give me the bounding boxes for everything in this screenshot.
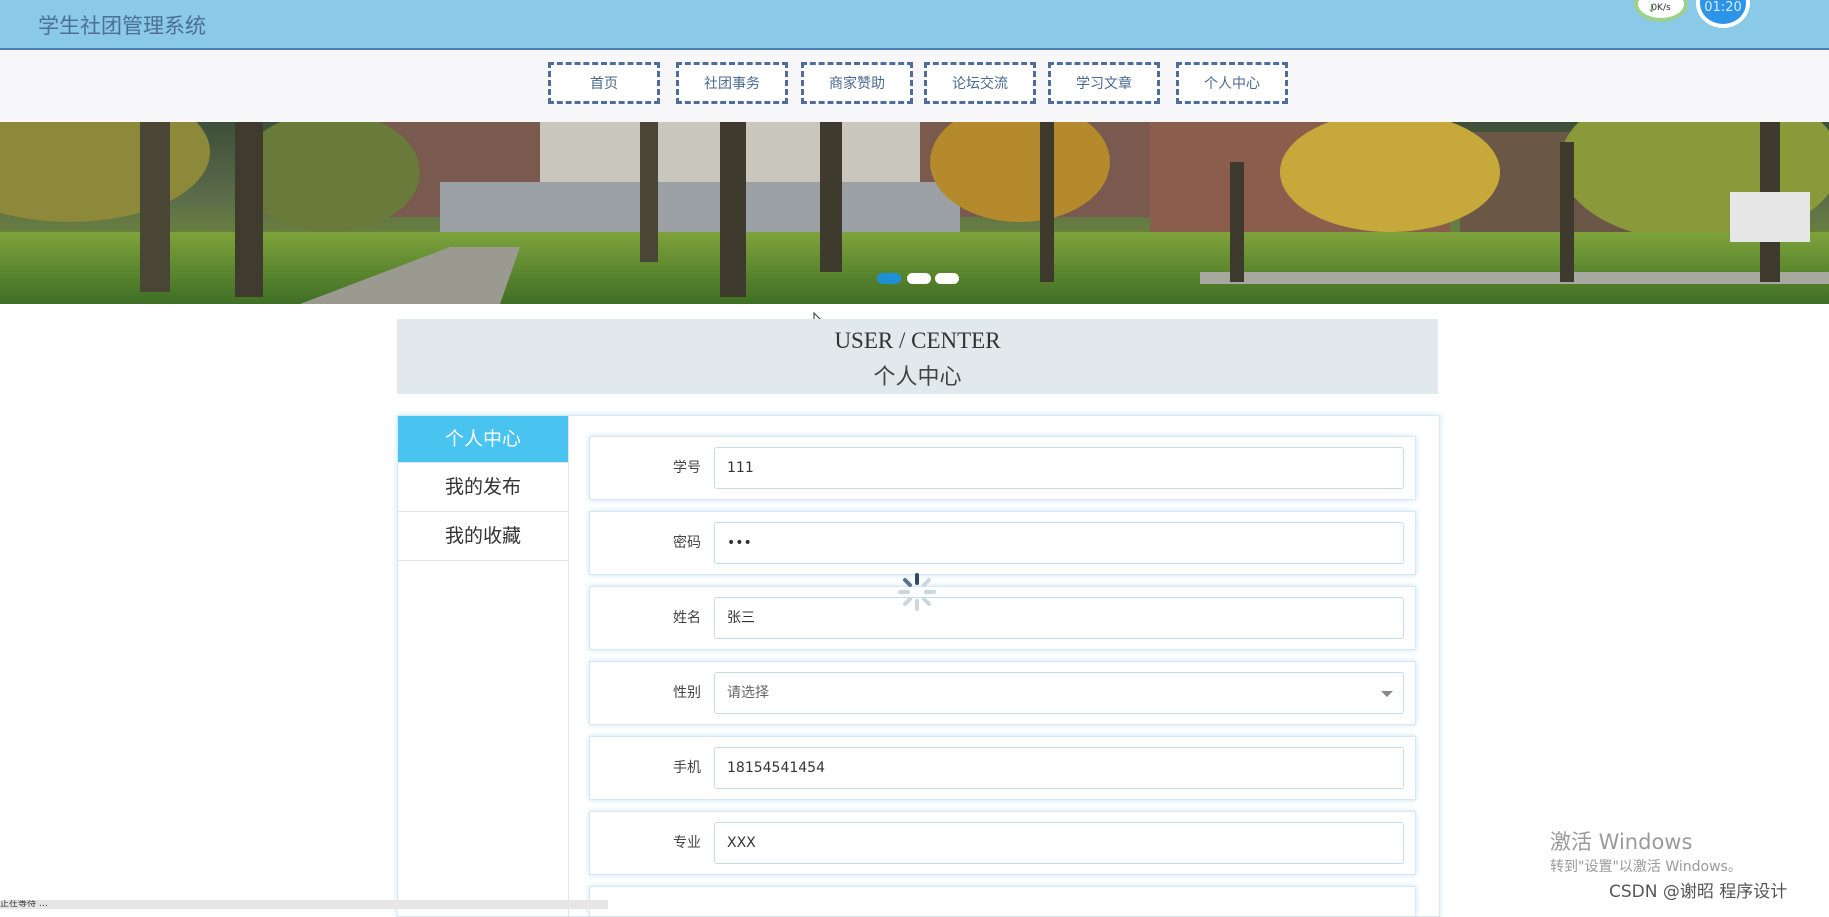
major-input[interactable]: XXX <box>714 822 1404 864</box>
gender-select-value: 请选择 <box>727 685 769 701</box>
section-title-zh: 个人中心 <box>873 364 962 389</box>
nav-item-articles[interactable]: 学习文章 <box>1048 62 1160 104</box>
phone-label: 手机 <box>673 760 701 776</box>
clock-time-text: 01:20 <box>1704 0 1742 15</box>
form-row-name: 姓名 张三 <box>589 586 1416 650</box>
chevron-down-icon <box>1381 691 1393 697</box>
banner-carousel <box>0 122 1829 304</box>
gender-label: 性别 <box>673 685 701 701</box>
app-title: 学生社团管理系统 <box>38 14 206 38</box>
browser-status-bar: 正在等待 … <box>0 900 608 909</box>
top-header-bar: 学生社团管理系统 ↓ 0K/s 01:20 <box>0 0 1829 50</box>
nav-item-sponsorship[interactable]: 商家赞助 <box>801 62 913 104</box>
form-row-next <box>589 886 1416 916</box>
form-row-student-id: 学号 111 <box>589 436 1416 500</box>
form-row-phone: 手机 18154541454 <box>589 736 1416 800</box>
nav-item-personal-center[interactable]: 个人中心 <box>1176 62 1288 104</box>
carousel-dot-1[interactable] <box>877 273 901 284</box>
nav-item-club-affairs[interactable]: 社团事务 <box>676 62 788 104</box>
windows-activation-title: 激活 Windows <box>1550 830 1693 854</box>
sidebar-item-my-posts[interactable]: 我的发布 <box>398 463 568 512</box>
download-arrow-icon: ↓ <box>1647 2 1657 15</box>
main-navigation: 首页 社团事务 商家赞助 论坛交流 学习文章 个人中心 <box>0 50 1829 122</box>
section-title-en: USER / CENTER <box>834 328 1001 353</box>
sidebar-item-my-favorites[interactable]: 我的收藏 <box>398 512 568 561</box>
name-label: 姓名 <box>673 610 701 626</box>
major-label: 专业 <box>673 835 701 851</box>
student-id-label: 学号 <box>673 460 701 476</box>
windows-activation-subtitle: 转到"设置"以激活 Windows。 <box>1550 859 1742 875</box>
form-row-password: 密码 ••• <box>589 511 1416 575</box>
password-label: 密码 <box>673 535 701 551</box>
loading-spinner-icon <box>898 573 936 611</box>
nav-item-forum[interactable]: 论坛交流 <box>924 62 1036 104</box>
network-speed-widget: ↓ 0K/s <box>1634 0 1688 22</box>
password-input[interactable]: ••• <box>714 522 1404 564</box>
csdn-watermark: CSDN @谢昭 程序设计 <box>1609 882 1788 902</box>
form-row-major: 专业 XXX <box>589 811 1416 875</box>
sidebar-item-personal-center[interactable]: 个人中心 <box>398 416 568 463</box>
name-input[interactable]: 张三 <box>714 597 1404 639</box>
sidebar-menu: 个人中心 我的发布 我的收藏 <box>398 416 569 916</box>
nav-item-home[interactable]: 首页 <box>548 62 660 104</box>
student-id-input[interactable]: 111 <box>714 447 1404 489</box>
carousel-dot-2[interactable] <box>907 273 931 284</box>
carousel-dot-3[interactable] <box>935 273 959 284</box>
clock-widget: 01:20 <box>1696 0 1750 28</box>
phone-input[interactable]: 18154541454 <box>714 747 1404 789</box>
gender-select[interactable]: 请选择 <box>714 672 1404 714</box>
form-row-gender: 性别 请选择 <box>589 661 1416 725</box>
section-heading: USER / CENTER 个人中心 <box>397 319 1438 394</box>
user-center-panel: 个人中心 我的发布 我的收藏 学号 111 密码 ••• 姓名 张三 性别 请选… <box>397 415 1440 917</box>
